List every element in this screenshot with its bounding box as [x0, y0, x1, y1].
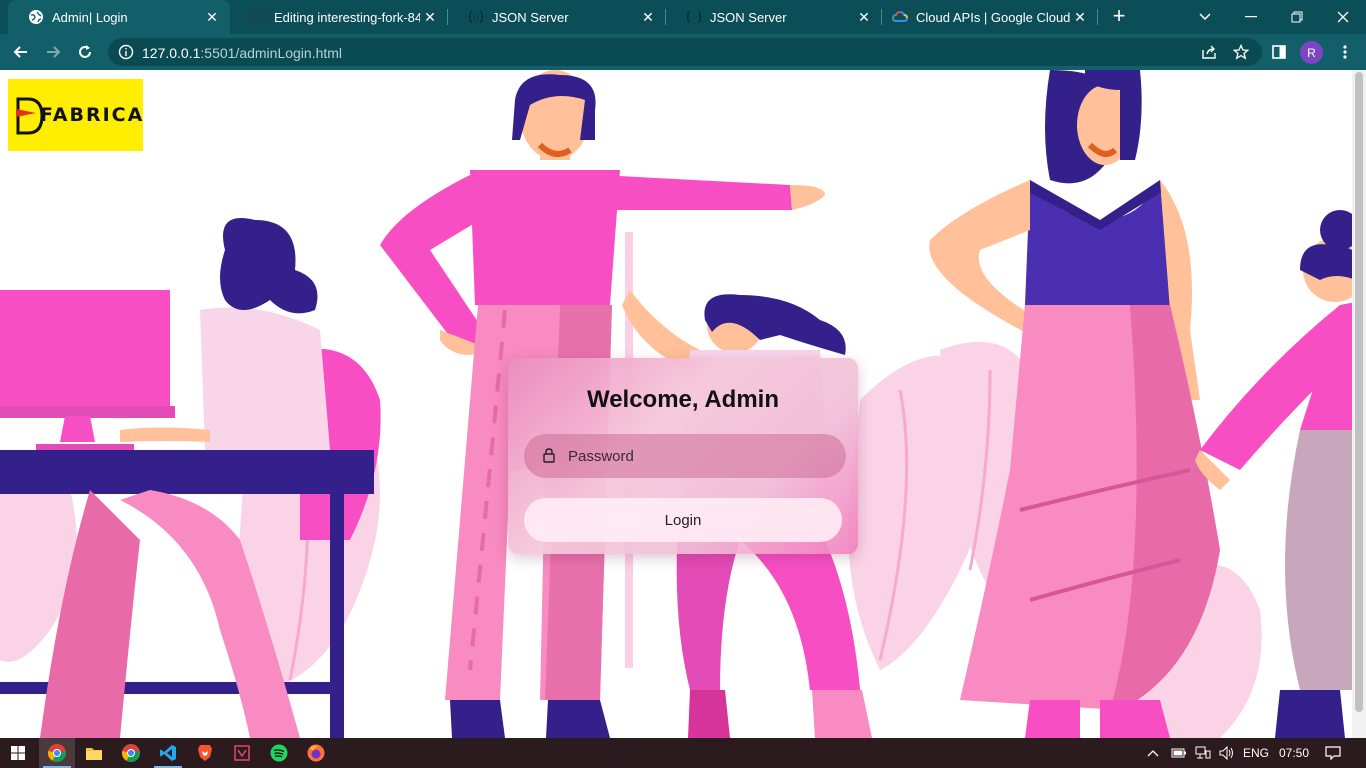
- address-bar[interactable]: 127.0.0.1:5501/adminLogin.html: [108, 38, 1262, 66]
- taskbar-chrome-active[interactable]: [39, 738, 75, 768]
- language-indicator[interactable]: ENG: [1240, 738, 1272, 768]
- notification-icon[interactable]: [1320, 738, 1346, 768]
- json-server-icon: (): [468, 9, 484, 25]
- fabrica-logo: FABRICA: [8, 79, 143, 151]
- windows-icon: [11, 746, 25, 760]
- side-panel-icon[interactable]: [1266, 39, 1292, 65]
- tab-google-cloud[interactable]: Cloud APIs | Google Cloud ✕: [882, 0, 1098, 34]
- tab-title: JSON Server: [492, 9, 569, 25]
- url-path: :5501/adminLogin.html: [200, 45, 343, 61]
- logo-text: FABRICA: [40, 104, 145, 126]
- browser-toolbar: 127.0.0.1:5501/adminLogin.html: [0, 34, 1366, 70]
- tab-json-server-2[interactable]: JSON Server ✕: [666, 0, 882, 34]
- url-host: 127.0.0.1: [142, 45, 201, 61]
- network-icon[interactable]: [1192, 738, 1214, 768]
- vscode-icon: [160, 745, 176, 761]
- spotify-icon: [270, 744, 288, 762]
- close-window-button[interactable]: [1320, 0, 1366, 34]
- svg-text:(): (): [473, 14, 479, 22]
- taskbar-chrome[interactable]: [113, 738, 149, 768]
- restore-button[interactable]: [1274, 0, 1320, 34]
- file-explorer-icon: [86, 748, 102, 760]
- windows-taskbar: ENG 07:50: [0, 738, 1366, 768]
- bookmark-star-icon[interactable]: [1228, 39, 1254, 65]
- tab-title: Editing interesting-fork-8458: [274, 9, 420, 25]
- chrome-icon: [47, 744, 67, 763]
- tab-strip: Admin| Login ✕ Editing interesting-fork-…: [0, 0, 1366, 34]
- taskbar-file-explorer[interactable]: [76, 738, 112, 768]
- tab-admin-login[interactable]: Admin| Login ✕: [8, 0, 230, 34]
- chrome-icon: [121, 744, 141, 763]
- close-icon[interactable]: ✕: [202, 9, 222, 26]
- close-icon[interactable]: ✕: [420, 9, 440, 26]
- battery-icon[interactable]: [1168, 738, 1190, 768]
- close-icon[interactable]: ✕: [638, 9, 658, 26]
- taskbar-spotify[interactable]: [261, 738, 297, 768]
- volume-icon[interactable]: [1216, 738, 1238, 768]
- back-button[interactable]: [8, 39, 34, 65]
- page-viewport: FABRICA Welcome, Admin Login: [0, 70, 1366, 738]
- login-button[interactable]: Login: [524, 498, 842, 542]
- login-card: Welcome, Admin Login: [508, 358, 858, 554]
- taskbar-vscode[interactable]: [150, 738, 186, 768]
- password-field-wrapper: [524, 434, 846, 478]
- taskbar-firefox[interactable]: [298, 738, 334, 768]
- taskbar-app[interactable]: [224, 738, 260, 768]
- taskbar-brave[interactable]: [187, 738, 223, 768]
- share-icon[interactable]: [1196, 39, 1222, 65]
- login-heading: Welcome, Admin: [586, 386, 780, 413]
- firefox-icon: [307, 744, 325, 762]
- forward-button[interactable]: [40, 39, 66, 65]
- tab-title: JSON Server: [710, 9, 787, 25]
- lock-icon: [542, 447, 556, 468]
- new-tab-button[interactable]: +: [1108, 5, 1130, 27]
- tab-codesandbox[interactable]: Editing interesting-fork-8458 ✕: [230, 0, 448, 34]
- minimize-button[interactable]: [1228, 0, 1274, 34]
- codesandbox-icon: [250, 9, 266, 25]
- start-button[interactable]: [0, 738, 36, 768]
- scrollbar-thumb[interactable]: [1355, 72, 1363, 712]
- password-input[interactable]: [568, 434, 828, 478]
- globe-icon: [28, 9, 44, 25]
- app-icon: [234, 745, 250, 761]
- page-scrollbar[interactable]: [1352, 70, 1366, 738]
- tray-chevron-up-icon[interactable]: [1144, 738, 1162, 768]
- brave-icon: [198, 745, 212, 761]
- google-cloud-icon: [892, 9, 908, 25]
- tab-title: Cloud APIs | Google Cloud: [916, 9, 1070, 25]
- profile-avatar[interactable]: R: [1300, 41, 1323, 64]
- reload-button[interactable]: [72, 39, 98, 65]
- site-info-icon[interactable]: [118, 44, 134, 60]
- close-icon[interactable]: ✕: [854, 9, 874, 26]
- close-icon[interactable]: ✕: [1070, 9, 1090, 26]
- json-server-icon: [686, 9, 702, 25]
- tab-search-chevron-icon[interactable]: [1182, 0, 1228, 34]
- tab-title: Admin| Login: [52, 9, 128, 25]
- menu-kebab-icon[interactable]: [1332, 39, 1358, 65]
- tab-json-server-1[interactable]: () JSON Server ✕: [448, 0, 666, 34]
- clock[interactable]: 07:50: [1274, 738, 1314, 768]
- url-text[interactable]: 127.0.0.1:5501/adminLogin.html: [142, 45, 342, 61]
